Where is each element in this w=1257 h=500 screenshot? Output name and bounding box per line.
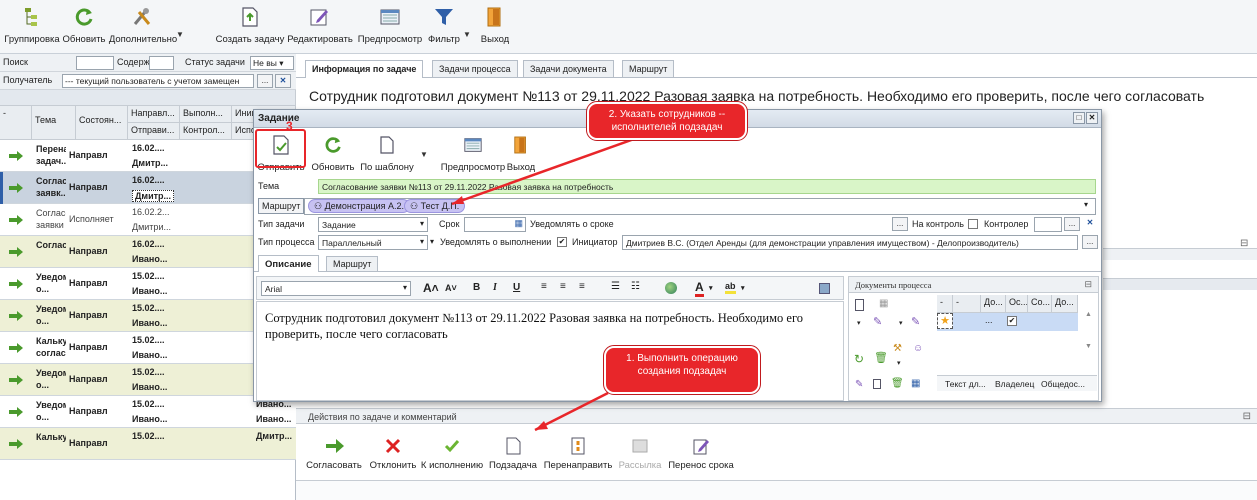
annotation-step-2: 2. Указать сотрудников -- исполнителей п…	[586, 101, 748, 141]
annotation-arrows	[451, 132, 649, 432]
annotation-step-1: 1. Выполнить операцию создания подзадач	[603, 345, 761, 395]
annotation-step-3: 3	[286, 119, 293, 133]
